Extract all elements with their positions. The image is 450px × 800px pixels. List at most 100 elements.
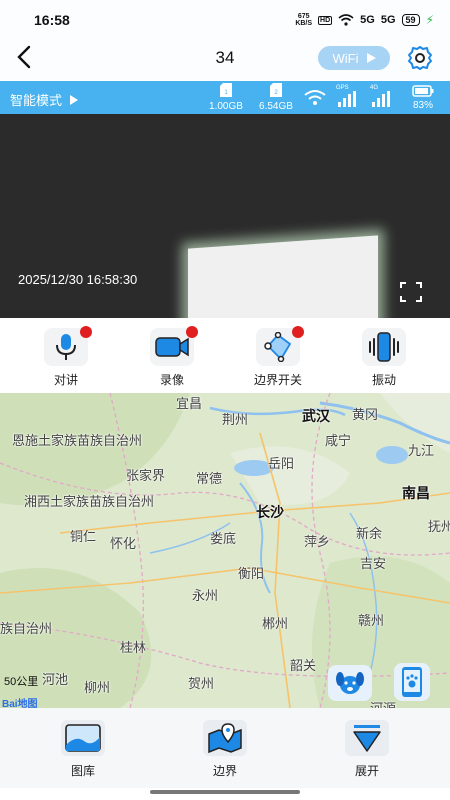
map-label: 长沙 [256, 504, 284, 520]
func-vibrate-label: 振动 [371, 373, 396, 387]
nav-gallery-label: 图库 [70, 764, 95, 778]
video-timestamp: 2025/12/30 16:58:30 [18, 272, 138, 287]
map-brand-logo: Bai地图 [2, 699, 38, 708]
battery-level: 59 [401, 14, 420, 26]
map-label: 常德 [196, 471, 223, 486]
expand-icon [345, 720, 389, 756]
live-video[interactable]: 2025/12/30 16:58:30 [0, 114, 450, 318]
func-talk[interactable]: 对讲 [31, 326, 101, 388]
func-talk-label: 对讲 [53, 373, 78, 387]
net-speed: 675 KB/S [295, 13, 312, 27]
func-boundary-label: 边界开关 [253, 373, 302, 387]
func-record-label: 录像 [159, 373, 184, 387]
storage-2: 2 6.54GB [255, 83, 297, 112]
nav-boundary-label: 边界 [212, 764, 237, 778]
wifi-button-label: WiFi [332, 50, 359, 66]
home-indicator[interactable] [150, 790, 300, 794]
device-battery-value: 83% [412, 100, 433, 111]
badge-dot [80, 326, 92, 338]
boundary-icon [256, 326, 304, 366]
dog-icon [336, 672, 364, 694]
badge-dot [186, 326, 198, 338]
nav-expand-label: 展开 [354, 764, 379, 778]
vibrate-icon [362, 328, 406, 366]
settings-button[interactable] [406, 44, 434, 72]
map-label: 怀化 [110, 536, 137, 551]
map-label: 郴州 [262, 616, 289, 631]
storage-2-value: 6.54GB [259, 101, 293, 112]
phone-paw-icon [402, 667, 422, 697]
map-label: 河源 [370, 698, 396, 708]
status-bar: 16:58 675 KB/S HD 5G 5G 59 ⚡ [0, 0, 450, 40]
gps-signal: GPS [336, 85, 356, 109]
map-label: 柳州 [84, 680, 111, 695]
map-label: 衡阳 [238, 566, 265, 581]
wifi-signal-icon [304, 90, 326, 105]
fullscreen-icon[interactable] [400, 282, 422, 302]
battery-icon [412, 85, 434, 97]
map-label: 吉安 [360, 556, 387, 571]
signal-bars-icon [372, 91, 390, 107]
map-label: 贺州 [188, 676, 215, 691]
func-vibrate[interactable]: 振动 [349, 328, 419, 388]
map-view[interactable]: 宜昌 荆州 武汉 黄冈 恩施土家族苗族自治州 咸宁 九江 张家界 常德 岳阳 南… [0, 393, 450, 708]
map-label: 咸宁 [325, 433, 352, 448]
map-label: 永州 [192, 588, 219, 603]
mode-selector[interactable]: 智能模式 [10, 90, 79, 109]
map-label: 黄冈 [352, 407, 379, 422]
map-label: 新余 [356, 526, 383, 541]
map-label: 宜昌 [176, 396, 203, 411]
map-label: 岳阳 [268, 456, 295, 471]
map-label: 萍乡 [304, 534, 331, 549]
map-label: 荆州 [222, 412, 249, 427]
map-label: 赣州 [358, 613, 385, 628]
net-speed-value: 675 [297, 13, 310, 20]
cellular-signal: 4G [370, 85, 390, 109]
signal-2: 5G [380, 14, 396, 26]
func-record[interactable]: 录像 [137, 326, 207, 388]
map-label: 南昌 [402, 485, 430, 501]
map-label: 武汉 [302, 408, 330, 424]
map-scale: 50公里 [4, 676, 39, 688]
map-label: 抚州 [428, 519, 450, 534]
boundary-map-icon [203, 720, 247, 756]
header: 34 WiFi [0, 40, 450, 80]
net-speed-unit: KB/S [295, 20, 313, 27]
mode-label: 智能模式 [10, 93, 63, 108]
storage-1: 1 1.00GB [205, 83, 247, 112]
charging-icon: ⚡ [425, 13, 434, 27]
wifi-button[interactable]: WiFi [318, 46, 390, 70]
nav-gallery[interactable]: 图库 [48, 720, 118, 779]
map-label: 湘西土家族苗族自治州 [24, 494, 155, 509]
phone-locate-button[interactable] [394, 663, 430, 701]
map-label: 河池 [42, 672, 69, 687]
signal-1: 5G [360, 14, 375, 26]
storage-1-value: 1.00GB [209, 101, 243, 112]
nav-expand[interactable]: 展开 [332, 720, 402, 779]
bottom-nav: 图库 边界 展开 [0, 708, 450, 788]
sd-card-icon: 2 [270, 83, 282, 97]
status-time: 16:58 [34, 12, 70, 28]
map-label: 娄底 [210, 531, 237, 546]
device-info-bar: 智能模式 1 1.00GB 2 6.54GB GPS 4G 83% [0, 81, 450, 114]
map-label: 桂林 [120, 640, 147, 655]
play-icon [70, 94, 79, 105]
microphone-icon [44, 326, 92, 366]
map-label: 张家界 [126, 468, 166, 483]
badge-dot [292, 326, 304, 338]
gear-icon [408, 46, 432, 70]
gallery-icon [61, 720, 105, 756]
pet-locate-button[interactable] [328, 665, 372, 701]
map-label: 铜仁 [70, 529, 97, 544]
video-frame-content [188, 235, 378, 318]
status-icons: 675 KB/S HD 5G 5G 59 ⚡ [295, 13, 434, 27]
map-label: 恩施土家族苗族自治州 [12, 433, 143, 448]
map-label: 族自治州 [0, 621, 53, 636]
map-label: 韶关 [290, 658, 317, 673]
nav-boundary[interactable]: 边界 [190, 720, 260, 779]
map-label: 九江 [408, 443, 435, 458]
signal-bars-icon [338, 91, 356, 107]
hd-badge: HD [318, 15, 333, 25]
function-toolbar: 对讲 录像 边界开关 振动 [0, 318, 450, 393]
func-boundary-switch[interactable]: 边界开关 [243, 326, 313, 388]
